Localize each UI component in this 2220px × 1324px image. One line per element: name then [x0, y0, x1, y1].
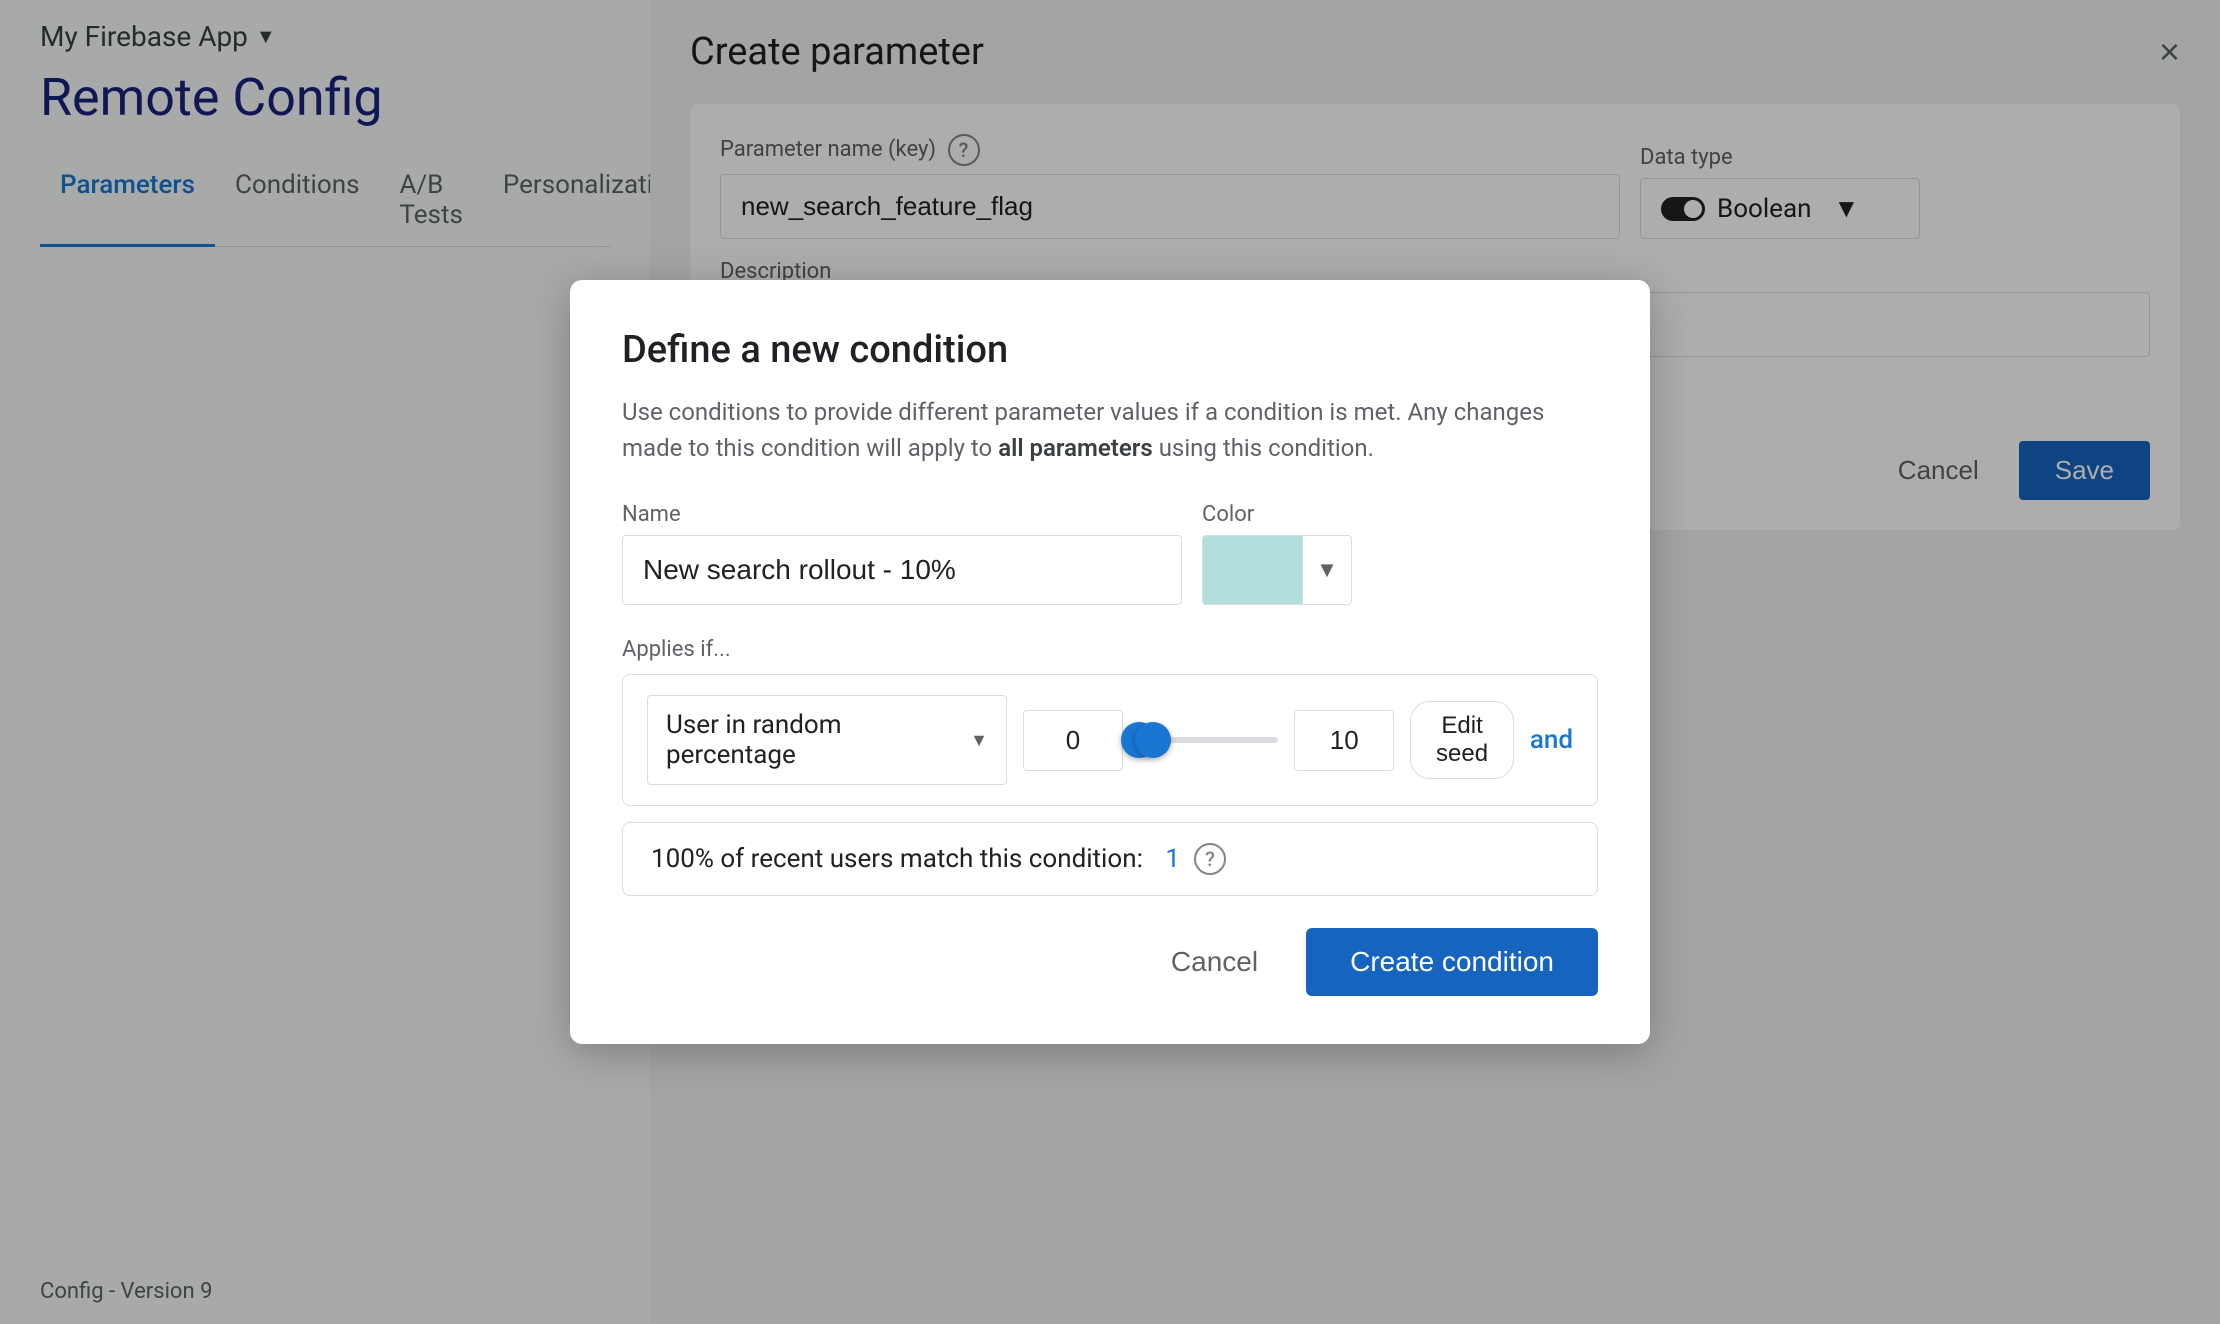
color-label: Color [1202, 502, 1352, 527]
match-info-box: 100% of recent users match this conditio… [622, 822, 1598, 896]
modal-title: Define a new condition [622, 328, 1598, 372]
color-swatch [1202, 535, 1302, 605]
and-link[interactable]: and [1530, 725, 1573, 755]
cancel-condition-button[interactable]: Cancel [1147, 934, 1282, 990]
condition-name-group: Name [622, 502, 1182, 605]
condition-type-label: User in random percentage [666, 710, 960, 770]
color-dropdown-button[interactable]: ▼ [1302, 535, 1352, 605]
create-condition-button[interactable]: Create condition [1306, 928, 1598, 996]
condition-name-input[interactable] [622, 535, 1182, 605]
color-picker[interactable]: ▼ [1202, 535, 1352, 605]
condition-row: User in random percentage ▼ Edit seed an… [622, 674, 1598, 806]
condition-name-label: Name [622, 502, 1182, 527]
range-max-input[interactable] [1294, 710, 1394, 771]
slider-track [1139, 737, 1278, 743]
applies-if-label: Applies if... [622, 637, 1598, 662]
edit-seed-button[interactable]: Edit seed [1410, 701, 1514, 779]
condition-type-select[interactable]: User in random percentage ▼ [647, 695, 1007, 785]
match-info-help-icon[interactable]: ? [1194, 843, 1226, 875]
define-condition-modal: Define a new condition Use conditions to… [570, 280, 1650, 1044]
slider-container[interactable] [1139, 718, 1278, 762]
match-info-text: 100% of recent users match this conditio… [651, 844, 1143, 874]
modal-actions: Cancel Create condition [622, 928, 1598, 996]
range-min-input[interactable] [1023, 710, 1123, 771]
color-group: Color ▼ [1202, 502, 1352, 605]
slider-thumb-right[interactable] [1135, 722, 1171, 758]
condition-name-color-row: Name Color ▼ [622, 502, 1598, 605]
modal-description: Use conditions to provide different para… [622, 394, 1598, 466]
condition-type-arrow: ▼ [970, 730, 988, 751]
match-count-link[interactable]: 1 [1165, 844, 1180, 874]
